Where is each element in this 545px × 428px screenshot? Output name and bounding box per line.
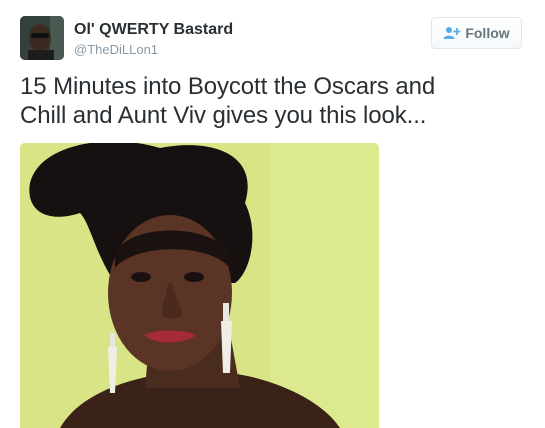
tweet-card: Ol' QWERTY Bastard @TheDiLLon1 Follow 15…: [0, 0, 545, 428]
follow-button[interactable]: Follow: [431, 17, 522, 49]
tweet-media-photo[interactable]: [20, 143, 379, 428]
author-avatar[interactable]: [20, 16, 64, 60]
follow-button-label: Follow: [465, 25, 510, 41]
avatar-photo-icon: [20, 16, 64, 60]
tweet-text: 15 Minutes into Boycott the Oscars and C…: [20, 72, 520, 130]
author-handle[interactable]: @TheDiLLon1: [74, 42, 158, 57]
tweet-text-line-1: 15 Minutes into Boycott the Oscars and: [20, 73, 436, 100]
portrait-photo-icon: [20, 143, 379, 428]
add-user-icon: [443, 27, 461, 39]
tweet-text-line-2: Chill and Aunt Viv gives you this look..…: [20, 102, 427, 129]
author-name[interactable]: Ol' QWERTY Bastard: [74, 21, 233, 39]
